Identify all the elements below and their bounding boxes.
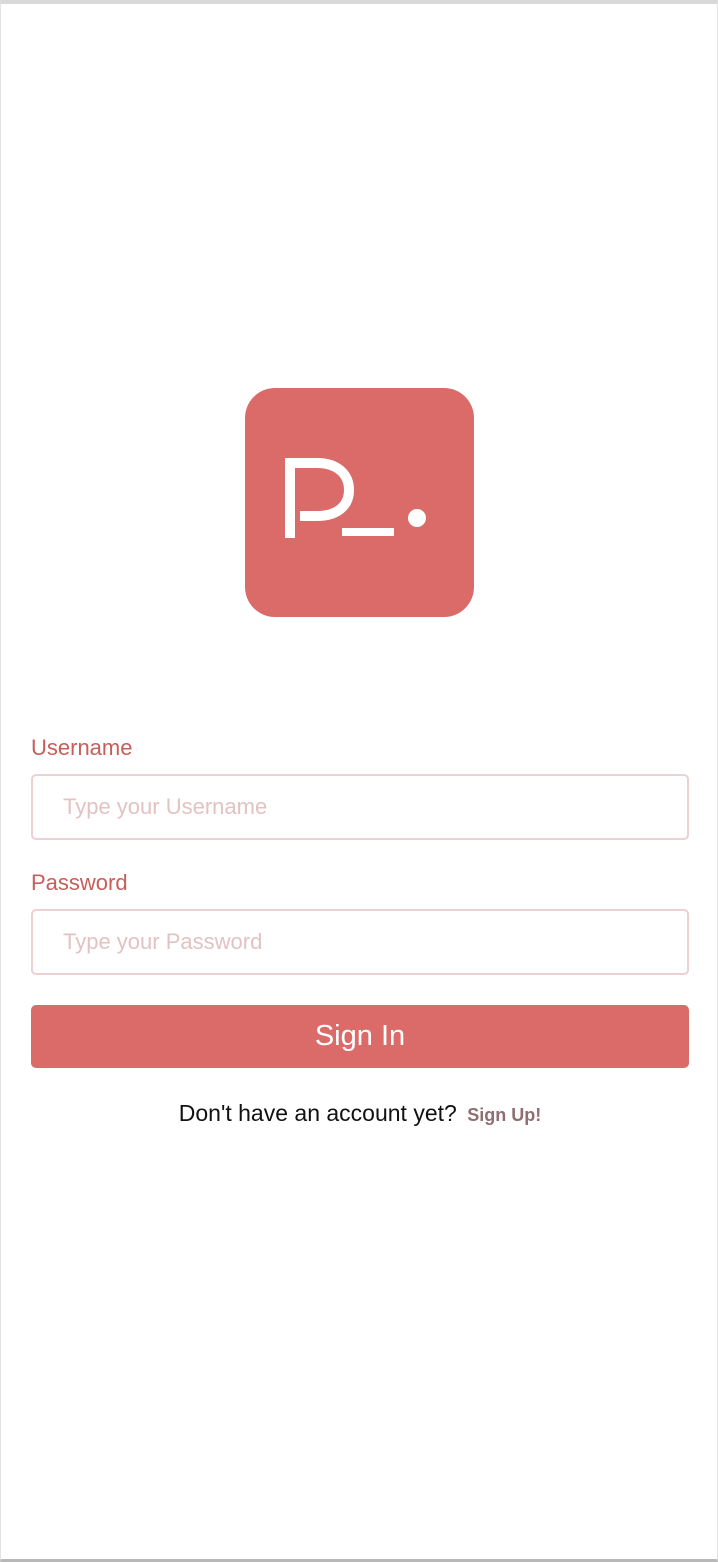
sign-in-button[interactable]: Sign In [31,1005,689,1068]
signup-prompt-text: Don't have an account yet? [178,1100,457,1126]
logo-glyph-icon [285,458,426,538]
login-screen: Username Password Sign In Don't have an … [0,0,718,1562]
username-input[interactable] [31,774,689,840]
sign-up-link[interactable]: Sign Up! [467,1105,541,1125]
app-logo [245,388,474,617]
password-input[interactable] [31,909,689,975]
username-label: Username [31,735,133,760]
signup-prompt: Don't have an account yet? Sign Up! [1,1098,718,1130]
password-label: Password [31,870,128,895]
